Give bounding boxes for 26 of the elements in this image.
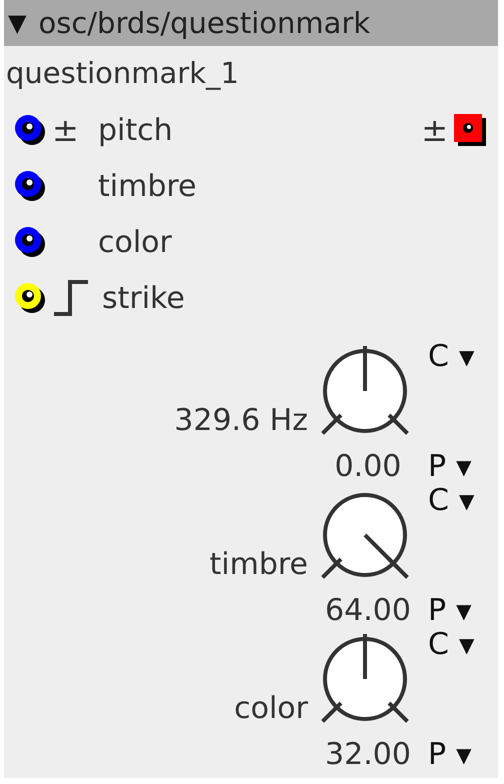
inlet-label: color [98, 224, 172, 260]
inlet-label: timbre [98, 168, 196, 204]
control-dropdown[interactable]: C ▼ [428, 628, 498, 662]
outlet-jack[interactable] [452, 112, 488, 148]
parameter-dropdown[interactable]: P ▼ [428, 594, 498, 628]
collapse-toggle[interactable]: ▼ [8, 9, 26, 37]
knob-label: color [234, 691, 309, 728]
bipolar-sign: ± [421, 111, 448, 149]
module-title: osc/brds/questionmark [38, 6, 370, 40]
inlet-jack[interactable] [12, 280, 48, 316]
inlet-jack[interactable] [12, 224, 48, 260]
inlet-jack[interactable] [12, 168, 48, 204]
knob-label: 329.6 Hz [174, 403, 309, 440]
knob-value: 32.00 [324, 738, 412, 772]
knob-value: 64.00 [324, 594, 412, 628]
control-dropdown[interactable]: C ▼ [428, 484, 498, 518]
knob-value: 0.00 [334, 450, 402, 484]
inlet-label: pitch [98, 112, 173, 148]
parameter-dropdown[interactable]: P ▼ [428, 738, 498, 772]
inlet-jack[interactable] [12, 112, 48, 148]
parameter-dropdown[interactable]: P ▼ [428, 450, 498, 484]
instance-name: questionmark_1 [5, 55, 240, 92]
control-dropdown[interactable]: C ▼ [428, 340, 498, 374]
inlet-label: strike [102, 280, 185, 316]
knob-label: timbre [210, 547, 309, 584]
bipolar-sign: ± [51, 111, 80, 149]
